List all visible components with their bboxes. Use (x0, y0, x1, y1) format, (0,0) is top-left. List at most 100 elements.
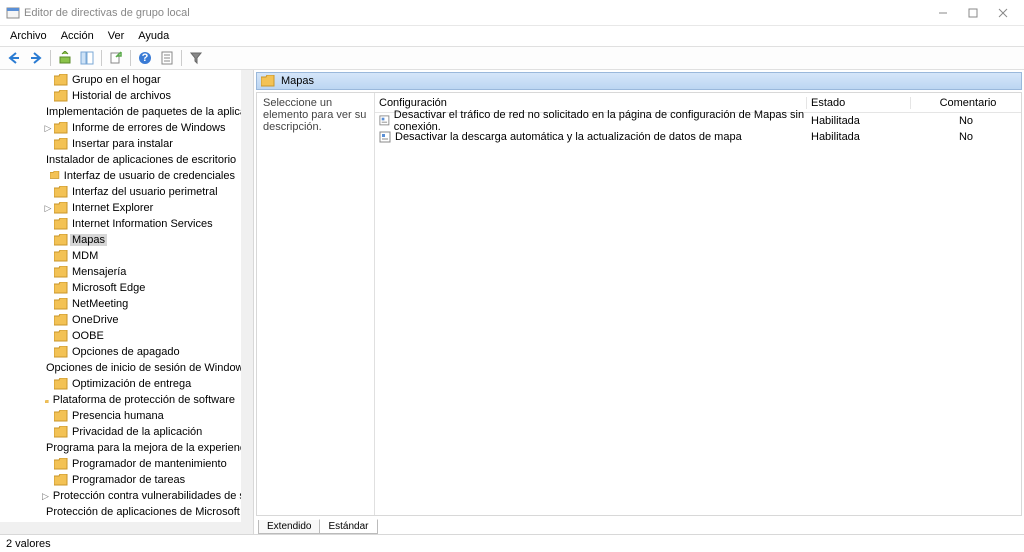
tree-item[interactable]: Programador de mantenimiento (0, 456, 241, 472)
tree-item[interactable]: Opciones de apagado (0, 344, 241, 360)
setting-state: Habilitada (807, 131, 911, 143)
folder-icon (54, 74, 68, 86)
settings-list: Configuración Estado Comentario Desactiv… (375, 93, 1021, 515)
tree-item[interactable]: Presencia humana (0, 408, 241, 424)
filter-button[interactable] (186, 48, 206, 68)
expand-icon[interactable]: ▷ (42, 203, 54, 214)
tree-item[interactable]: Programa para la mejora de la experienci… (0, 440, 241, 456)
menu-help[interactable]: Ayuda (132, 28, 175, 44)
tree-item-label: Plataforma de protección de software (51, 394, 237, 406)
menu-action[interactable]: Acción (55, 28, 100, 44)
tree-item[interactable]: Grupo en el hogar (0, 72, 241, 88)
tree-item[interactable]: ▷Internet Explorer (0, 200, 241, 216)
app-icon (6, 6, 20, 20)
description-panel: Seleccione un elemento para ver su descr… (257, 93, 375, 515)
setting-row[interactable]: Desactivar el tráfico de red no solicita… (375, 113, 1021, 129)
folder-icon (54, 426, 68, 438)
tree-item[interactable]: NetMeeting (0, 296, 241, 312)
tree-item-label: Protección contra vulnerabilidades de se… (51, 490, 241, 502)
folder-icon (54, 138, 68, 150)
expand-icon[interactable]: ▷ (42, 123, 54, 134)
tree-item[interactable]: Mensajería (0, 264, 241, 280)
setting-icon (379, 131, 391, 143)
tree-item-label: OneDrive (70, 314, 120, 326)
tree-item[interactable]: ▷Protección contra vulnerabilidades de s… (0, 488, 241, 504)
tree-item[interactable]: Microsoft Edge (0, 280, 241, 296)
help-button[interactable]: ? (135, 48, 155, 68)
toolbar: ? (0, 46, 1024, 70)
setting-name: Desactivar el tráfico de red no solicita… (394, 109, 807, 133)
toolbar-separator (181, 50, 182, 66)
tree-item[interactable]: Opciones de inicio de sesión de Windows (0, 360, 241, 376)
tree-item-label: Interfaz de usuario de credenciales (62, 170, 237, 182)
tree-item[interactable]: Privacidad de la aplicación (0, 424, 241, 440)
content-title: Mapas (281, 75, 314, 87)
tree-item[interactable]: Mapas (0, 232, 241, 248)
vertical-scrollbar[interactable] (241, 70, 253, 522)
up-button[interactable] (55, 48, 75, 68)
folder-icon (54, 410, 68, 422)
forward-button[interactable] (26, 48, 46, 68)
description-text: Seleccione un elemento para ver su descr… (263, 97, 366, 133)
tree-item-label: Opciones de inicio de sesión de Windows (44, 362, 241, 374)
folder-icon (54, 266, 68, 278)
status-text: 2 valores (6, 538, 51, 550)
folder-icon (54, 330, 68, 342)
show-hide-tree-button[interactable] (77, 48, 97, 68)
folder-icon (45, 394, 49, 406)
tree[interactable]: Grupo en el hogarHistorial de archivos Im… (0, 70, 241, 522)
folder-icon (54, 122, 68, 134)
tree-item-label: OOBE (70, 330, 106, 342)
col-config[interactable]: Configuración (375, 97, 807, 109)
tree-item[interactable]: Internet Information Services (0, 216, 241, 232)
tree-item[interactable]: Interfaz del usuario perimetral (0, 184, 241, 200)
tree-item-label: Mensajería (70, 266, 128, 278)
col-comment[interactable]: Comentario (911, 97, 1021, 109)
tree-item-label: Informe de errores de Windows (70, 122, 227, 134)
close-button[interactable] (988, 3, 1018, 23)
tree-item[interactable]: Programador de tareas (0, 472, 241, 488)
tree-item-label: Interfaz del usuario perimetral (70, 186, 220, 198)
folder-icon (54, 250, 68, 262)
folder-icon (54, 90, 68, 102)
status-bar: 2 valores (0, 534, 1024, 552)
setting-row[interactable]: Desactivar la descarga automática y la a… (375, 129, 1021, 145)
tree-item-label: Presencia humana (70, 410, 166, 422)
horizontal-scrollbar[interactable] (0, 522, 241, 534)
minimize-button[interactable] (928, 3, 958, 23)
menu-view[interactable]: Ver (102, 28, 131, 44)
tree-item[interactable]: Plataforma de protección de software (0, 392, 241, 408)
tree-item[interactable]: ▷ Informe de errores de Windows (0, 120, 241, 136)
properties-button[interactable] (157, 48, 177, 68)
tree-item[interactable]: Optimización de entrega (0, 376, 241, 392)
col-state[interactable]: Estado (807, 97, 911, 109)
content-pane: Mapas Seleccione un elemento para ver su… (254, 70, 1024, 534)
maximize-button[interactable] (958, 3, 988, 23)
tree-item-label: Implementación de paquetes de la aplicac… (44, 106, 241, 118)
tree-item[interactable]: Protección de aplicaciones de Microsoft … (0, 504, 241, 520)
expand-icon[interactable]: ▷ (42, 491, 49, 502)
toolbar-separator (50, 50, 51, 66)
tree-item-label: Programador de tareas (70, 474, 187, 486)
tree-item-label: Programador de mantenimiento (70, 458, 229, 470)
folder-icon (54, 378, 68, 390)
back-button[interactable] (4, 48, 24, 68)
tree-item[interactable]: Implementación de paquetes de la aplicac… (0, 104, 241, 120)
tree-item[interactable]: OneDrive (0, 312, 241, 328)
folder-icon (50, 170, 60, 182)
content-body: Seleccione un elemento para ver su descr… (256, 92, 1022, 516)
setting-comment: No (911, 115, 1021, 127)
tree-item[interactable]: Interfaz de usuario de credenciales (0, 168, 241, 184)
tree-item[interactable]: MDM (0, 248, 241, 264)
export-button[interactable] (106, 48, 126, 68)
folder-icon (54, 202, 68, 214)
tab-extended[interactable]: Extendido (258, 520, 320, 534)
folder-icon (54, 474, 68, 486)
tree-item[interactable]: OOBE (0, 328, 241, 344)
menu-file[interactable]: Archivo (4, 28, 53, 44)
tab-standard[interactable]: Estándar (319, 519, 377, 534)
tree-item[interactable]: Insertar para instalar (0, 136, 241, 152)
tree-item[interactable]: Historial de archivos (0, 88, 241, 104)
tree-item[interactable]: Instalador de aplicaciones de escritorio (0, 152, 241, 168)
folder-icon (54, 186, 68, 198)
